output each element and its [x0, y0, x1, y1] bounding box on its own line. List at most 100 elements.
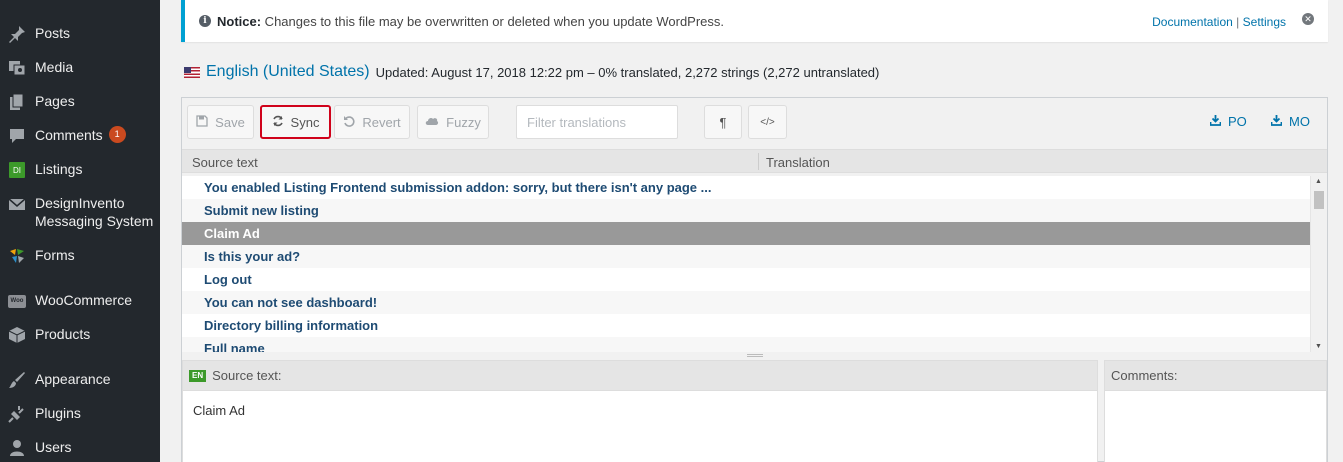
list-item[interactable]: Full name	[182, 337, 1310, 352]
us-flag-icon	[184, 66, 200, 78]
sidebar-item-label: Comments	[35, 127, 103, 143]
brush-icon	[7, 370, 27, 390]
column-translation[interactable]: Translation	[766, 155, 830, 170]
products-icon	[7, 325, 27, 345]
list-item[interactable]: Is this your ad?	[182, 245, 1310, 268]
locale-name-link[interactable]: English (United States)	[206, 63, 370, 81]
sidebar-item-comments[interactable]: Comments 1	[0, 126, 160, 146]
sidebar-item-pages[interactable]: Pages	[0, 92, 160, 112]
sidebar-item-users[interactable]: Users	[0, 438, 160, 458]
translation-editor: Save Sync Revert Fuzzy ¶ </>	[181, 97, 1328, 462]
list-item[interactable]: Log out	[182, 268, 1310, 291]
list-item[interactable]: You enabled Listing Frontend submission …	[182, 176, 1310, 199]
comments-body	[1105, 391, 1326, 415]
pilcrow-icon: ¶	[719, 114, 727, 130]
sidebar-item-label: Posts	[35, 25, 71, 41]
sidebar-item-label: Forms	[35, 247, 75, 263]
sidebar-item-woocommerce[interactable]: Woo WooCommerce	[0, 291, 160, 311]
sidebar-item-label-line2: Messaging System	[35, 213, 154, 229]
download-icon	[1209, 114, 1222, 129]
list-item[interactable]: You can not see dashboard!	[182, 291, 1310, 314]
sidebar-item-products[interactable]: Products	[0, 325, 160, 345]
toggle-invisibles-button[interactable]: ¶	[704, 105, 742, 139]
list-scrollbar[interactable]: ▲ ▼	[1310, 176, 1327, 352]
list-column-header: Source text Translation	[182, 149, 1327, 173]
sidebar-item-label: Plugins	[35, 405, 81, 421]
source-text-pane: EN Source text: Claim Ad	[182, 360, 1098, 462]
sidebar-item-appearance[interactable]: Appearance	[0, 370, 160, 390]
sync-label: Sync	[290, 114, 320, 130]
di-icon: DI	[7, 160, 27, 180]
sidebar-item-label: Appearance	[35, 371, 111, 387]
close-icon[interactable]: ✕	[1302, 13, 1314, 25]
scrollbar-thumb[interactable]	[1314, 191, 1324, 209]
list-item[interactable]: Submit new listing	[182, 199, 1310, 222]
sidebar-item-label: Listings	[35, 161, 83, 177]
fuzzy-button[interactable]: Fuzzy	[417, 105, 489, 139]
notice-prefix: Notice:	[217, 14, 262, 29]
sidebar-item-label: Media	[35, 59, 74, 75]
locale-header: English (United States) Updated: August …	[184, 63, 879, 81]
fuzzy-label: Fuzzy	[446, 114, 481, 130]
comments-pane: Comments:	[1104, 360, 1327, 462]
floppy-icon	[196, 114, 208, 130]
editor-toolbar: Save Sync Revert Fuzzy ¶ </>	[182, 98, 1327, 148]
sidebar-item-label: DesignInvento	[35, 195, 125, 211]
sidebar-item-label: Pages	[35, 93, 75, 109]
sync-button[interactable]: Sync	[260, 105, 331, 139]
woo-icon: Woo	[7, 291, 27, 311]
column-source-text[interactable]: Source text	[192, 155, 258, 170]
po-label: PO	[1228, 114, 1247, 129]
user-icon	[7, 438, 27, 458]
sidebar-item-posts[interactable]: Posts	[0, 24, 160, 44]
comment-count-badge: 1	[108, 126, 126, 143]
language-tag: EN	[189, 369, 207, 382]
scroll-up-icon[interactable]: ▲	[1315, 178, 1322, 185]
locale-status: Updated: August 17, 2018 12:22 pm – 0% t…	[375, 64, 880, 80]
sidebar-item-forms[interactable]: Forms	[0, 246, 160, 266]
strings-list: You enabled Listing Frontend submission …	[182, 176, 1327, 352]
list-item[interactable]: Directory billing information	[182, 314, 1310, 337]
comment-icon	[7, 126, 27, 146]
update-notice: i Notice: Changes to this file may be ov…	[181, 0, 1328, 42]
save-button[interactable]: Save	[187, 105, 254, 139]
download-mo-button[interactable]: MO	[1270, 114, 1310, 129]
refresh-icon	[272, 115, 284, 130]
pushpin-icon	[7, 24, 27, 44]
forms-icon	[7, 246, 27, 266]
download-icon	[1270, 114, 1283, 129]
mo-label: MO	[1289, 114, 1310, 129]
source-pane-title: Source text:	[212, 368, 282, 383]
media-icon	[7, 58, 27, 78]
sidebar-item-label: Users	[35, 439, 72, 455]
download-po-button[interactable]: PO	[1209, 114, 1247, 129]
cloud-icon	[425, 115, 439, 129]
sidebar-item-messaging-system[interactable]: DesignInvento Messaging System	[0, 194, 160, 230]
toggle-code-button[interactable]: </>	[748, 105, 787, 139]
revert-button[interactable]: Revert	[334, 105, 410, 139]
revert-label: Revert	[362, 114, 401, 130]
pages-icon	[7, 92, 27, 112]
sidebar-item-media[interactable]: Media	[0, 58, 160, 78]
undo-icon	[343, 115, 355, 130]
sidebar-item-label: Products	[35, 326, 91, 342]
sidebar-item-plugins[interactable]: Plugins	[0, 404, 160, 424]
link-separator: |	[1236, 15, 1240, 29]
sidebar-item-label: WooCommerce	[35, 292, 132, 308]
list-item-selected[interactable]: Claim Ad	[182, 222, 1310, 245]
comments-pane-title: Comments:	[1111, 368, 1178, 383]
save-label: Save	[215, 114, 245, 130]
notice-message: Changes to this file may be overwritten …	[261, 14, 725, 29]
sidebar-item-listings[interactable]: DI Listings	[0, 160, 160, 180]
scroll-down-icon[interactable]: ▼	[1315, 343, 1322, 350]
source-text-value: Claim Ad	[193, 403, 246, 418]
column-divider[interactable]	[758, 153, 759, 170]
documentation-link[interactable]: Documentation	[1152, 15, 1233, 29]
filter-translations-input[interactable]	[516, 105, 678, 139]
plugin-icon	[7, 404, 27, 424]
info-icon: i	[199, 15, 211, 27]
admin-sidebar: Posts Media Pages Comments 1 DI Listings …	[0, 0, 160, 462]
settings-link[interactable]: Settings	[1243, 15, 1286, 29]
pane-splitter[interactable]	[182, 352, 1327, 360]
grip-icon[interactable]	[747, 354, 763, 357]
